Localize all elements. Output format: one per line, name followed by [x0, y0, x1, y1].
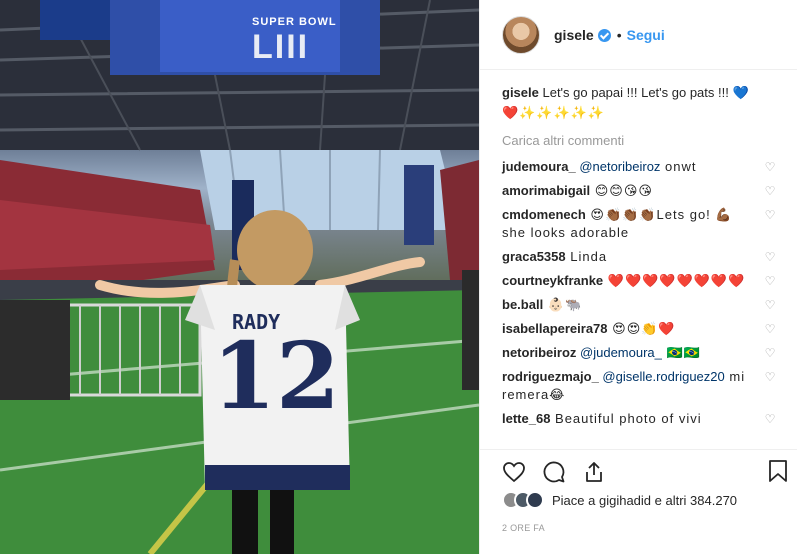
caption-emojis: ❤️✨✨✨✨✨ — [502, 105, 606, 120]
caption-author[interactable]: gisele — [502, 85, 539, 100]
post-caption: gisele Let's go papai !!! Let's go pats … — [502, 84, 783, 122]
comment-username[interactable]: netoribeiroz — [502, 345, 576, 360]
likes-prefix: Piace a — [552, 492, 599, 508]
instagram-post: SUPER BOWL LIII RADY 12 gisele • Segui g… — [0, 0, 797, 554]
comment-mention[interactable]: @netoribeiroz — [579, 159, 660, 174]
scoreboard-title: SUPER BOWL — [252, 16, 337, 28]
share-icon[interactable] — [582, 460, 606, 484]
liker-avatar — [526, 491, 544, 509]
comment-username[interactable]: rodriguezmajo_ — [502, 369, 599, 384]
comment-item: cmdomenech 😍👏🏾👏🏾👏🏾Lets go! 💪🏾she looks a… — [502, 206, 783, 242]
post-header: gisele • Segui — [480, 0, 797, 70]
comments-list[interactable]: gisele Let's go papai !!! Let's go pats … — [502, 84, 783, 434]
likes-text: Piace a gigihadid e altri 384.270 — [552, 493, 737, 508]
comment-mention[interactable]: @judemoura_ — [580, 345, 662, 360]
jersey-number: 12 — [212, 322, 341, 430]
load-more-comments-link[interactable]: Carica altri commenti — [502, 132, 783, 150]
comment-text: Beautiful photo of vivi — [550, 411, 702, 426]
comment-text: 😍😍👏❤️ — [607, 321, 676, 336]
likes-middle: e altri — [651, 492, 691, 508]
action-bar — [480, 449, 797, 493]
photo-illustration — [0, 0, 479, 554]
comment-item: judemoura_ @netoribeiroz onwt ♡ — [502, 158, 783, 176]
author-avatar[interactable] — [502, 15, 540, 54]
comment-text: ❤️❤️❤️❤️❤️❤️❤️❤️ — [603, 273, 746, 288]
heart-icon[interactable] — [502, 460, 526, 484]
comment-username[interactable]: courtneykfranke — [502, 273, 603, 288]
comment-text: 😊😊😘😘 — [590, 183, 653, 198]
comment-username[interactable]: judemoura_ — [502, 159, 576, 174]
scoreboard-number: LIII — [252, 28, 310, 66]
comment-username[interactable]: isabellapereira78 — [502, 321, 608, 336]
heart-outline-icon[interactable]: ♡ — [763, 274, 777, 288]
heart-outline-icon[interactable]: ♡ — [763, 298, 777, 312]
author-username[interactable]: gisele — [554, 27, 594, 43]
follow-button[interactable]: Segui — [627, 27, 665, 43]
comment-text: 🇧🇷🇧🇷 — [661, 345, 701, 360]
comment-item: amorimabigail 😊😊😘😘 ♡ — [502, 182, 783, 200]
comment-item: courtneykfranke ❤️❤️❤️❤️❤️❤️❤️❤️ ♡ — [502, 272, 783, 290]
comment-username[interactable]: graca5358 — [502, 249, 566, 264]
comment-text: 👶🏻🐃 — [543, 297, 583, 312]
heart-outline-icon[interactable]: ♡ — [763, 322, 777, 336]
comment-item: graca5358 Linda ♡ — [502, 248, 783, 266]
heart-outline-icon[interactable]: ♡ — [763, 412, 777, 426]
comment-item: be.ball 👶🏻🐃 ♡ — [502, 296, 783, 314]
comment-username[interactable]: cmdomenech — [502, 207, 586, 222]
separator-dot: • — [616, 26, 622, 43]
comment-item: netoribeiroz @judemoura_ 🇧🇷🇧🇷 ♡ — [502, 344, 783, 362]
post-photo[interactable]: SUPER BOWL LIII RADY 12 — [0, 0, 479, 554]
likes-count[interactable]: 384.270 — [690, 493, 737, 508]
likes-first-user[interactable]: gigihadid — [599, 493, 651, 508]
comment-username[interactable]: be.ball — [502, 297, 543, 312]
caption-text: Let's go papai !!! Let's go pats !!! 💙 — [542, 85, 749, 100]
heart-outline-icon[interactable]: ♡ — [763, 346, 777, 360]
comment-rows: judemoura_ @netoribeiroz onwt ♡ amorimabig… — [502, 158, 783, 428]
comment-item: lette_68 Beautiful photo of vivi ♡ — [502, 410, 783, 428]
heart-outline-icon[interactable]: ♡ — [763, 370, 777, 384]
comment-item: isabellapereira78 😍😍👏❤️ ♡ — [502, 320, 783, 338]
comment-username[interactable]: amorimabigail — [502, 183, 590, 198]
heart-outline-icon[interactable]: ♡ — [763, 184, 777, 198]
comment-text: onwt — [660, 159, 697, 174]
comment-item: rodriguezmajo_ @giselle.rodriguez20 mi r… — [502, 368, 783, 404]
post-timestamp[interactable]: 2 ORE FA — [502, 523, 545, 533]
comment-icon[interactable] — [542, 460, 566, 484]
likes-summary[interactable]: Piace a gigihadid e altri 384.270 — [502, 491, 737, 509]
bookmark-icon[interactable] — [767, 459, 789, 483]
verified-badge-icon — [597, 29, 611, 42]
comment-mention[interactable]: @giselle.rodriguez20 — [602, 369, 724, 384]
heart-outline-icon[interactable]: ♡ — [763, 208, 777, 222]
comment-username[interactable]: lette_68 — [502, 411, 550, 426]
heart-outline-icon[interactable]: ♡ — [763, 250, 777, 264]
comment-text: Linda — [565, 249, 608, 264]
heart-outline-icon[interactable]: ♡ — [763, 160, 777, 174]
post-panel: gisele • Segui gisele Let's go papai !!!… — [479, 0, 797, 554]
